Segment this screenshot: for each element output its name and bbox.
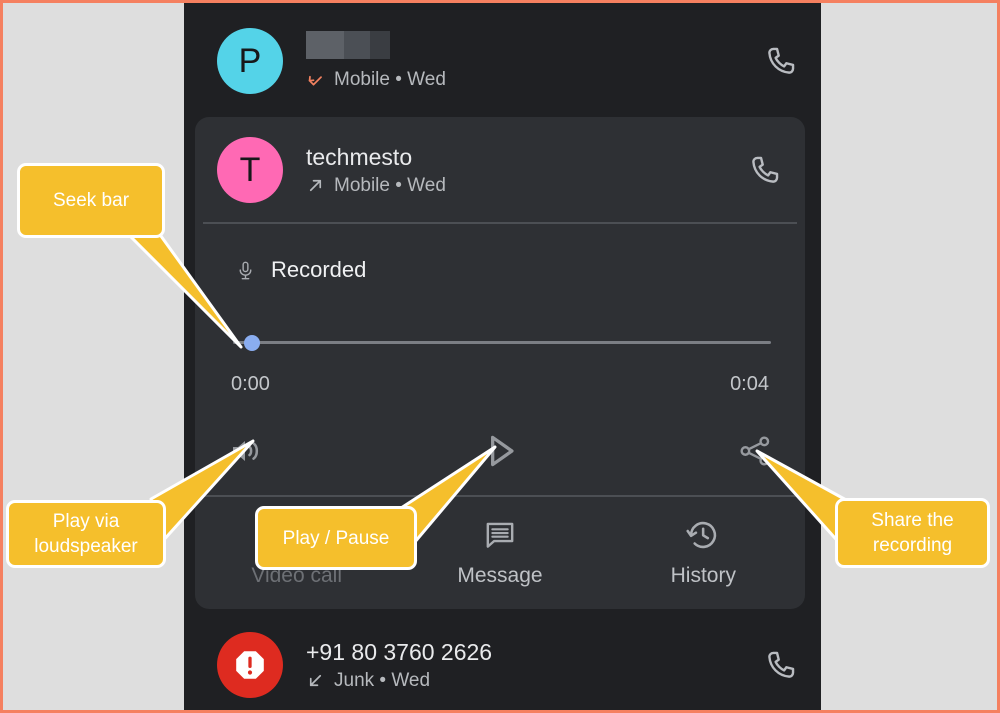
phone-screen: P Mobile • Wed T techmesto Mobile • Wed … [184,3,821,710]
action-history-label: History [670,564,736,587]
avatar[interactable]: T [217,137,283,203]
play-icon [491,435,514,467]
total-time: 0:04 [730,373,769,395]
loudspeaker-icon [233,440,259,462]
recorded-label-text: Recorded [271,257,367,282]
recorded-label: Recorded [235,257,366,283]
contact-subtitle-text: Mobile • Wed [334,174,446,196]
callout-share-recording-text: Share the recording [871,510,954,556]
phone-call-icon[interactable] [755,639,807,691]
callout-seek-bar-text: Seek bar [52,190,130,211]
call-row-subtitle-text: Junk • Wed [334,669,431,691]
contact-text: techmesto Mobile • Wed [306,143,739,198]
elapsed-time: 0:00 [231,373,270,395]
incoming-call-icon [309,674,322,687]
call-log-row-redacted[interactable]: P Mobile • Wed [184,13,821,109]
action-history[interactable]: History [602,518,805,588]
contact-name: techmesto [306,143,413,170]
playback-time-row: 0:00 0:04 [231,373,769,396]
action-message-label: Message [457,564,543,587]
phone-call-icon-glyph [768,651,795,678]
avatar-initial: T [239,150,261,189]
microphone-icon [239,261,252,279]
header-divider [203,222,797,224]
action-message[interactable]: Message [398,518,601,588]
callout-loudspeaker-text: Play via loudspeaker [34,511,138,557]
avatar[interactable]: P [217,28,283,94]
call-row-subtitle: Mobile • Wed [306,68,755,92]
avatar[interactable] [217,632,283,698]
speaker-button[interactable] [215,421,275,481]
avatar-initial: P [238,41,262,80]
call-row-text: Mobile • Wed [306,30,755,92]
call-row-subtitle: Junk • Wed [306,669,755,693]
seek-bar-track[interactable] [233,341,771,344]
media-controls [215,421,785,481]
missed-call-icon [308,75,322,86]
play-pause-button[interactable] [470,421,530,481]
screenshot-root: P Mobile • Wed T techmesto Mobile • Wed … [0,0,1000,713]
call-row-number: +91 80 3760 2626 [306,638,493,665]
call-log-row-junk[interactable]: +91 80 3760 2626 Junk • Wed [184,617,821,710]
phone-call-icon-glyph [752,156,779,183]
history-icon [686,521,717,549]
redacted-name-block [306,30,390,59]
expanded-card-header[interactable]: T techmesto Mobile • Wed [195,117,805,223]
phone-call-icon[interactable] [755,35,807,87]
callout-play-pause-text: Play / Pause [282,527,390,549]
outgoing-call-icon [309,179,322,192]
contact-subtitle: Mobile • Wed [306,174,739,198]
callout-play-pause: Play / Pause [255,506,417,570]
callout-seek-bar: Seek bar [17,163,165,238]
share-button[interactable] [725,421,785,481]
phone-call-icon-glyph [768,47,795,74]
callout-share-recording: Share the recording [835,498,990,568]
share-icon [740,436,770,466]
message-icon [486,522,514,548]
call-row-text: +91 80 3760 2626 Junk • Wed [306,638,755,693]
phone-call-icon[interactable] [739,144,791,196]
seek-bar[interactable] [229,331,771,353]
spam-report-icon [236,651,264,679]
call-row-subtitle-text: Mobile • Wed [334,68,446,90]
seek-bar-thumb[interactable] [244,335,260,351]
callout-loudspeaker: Play via loudspeaker [6,500,166,568]
